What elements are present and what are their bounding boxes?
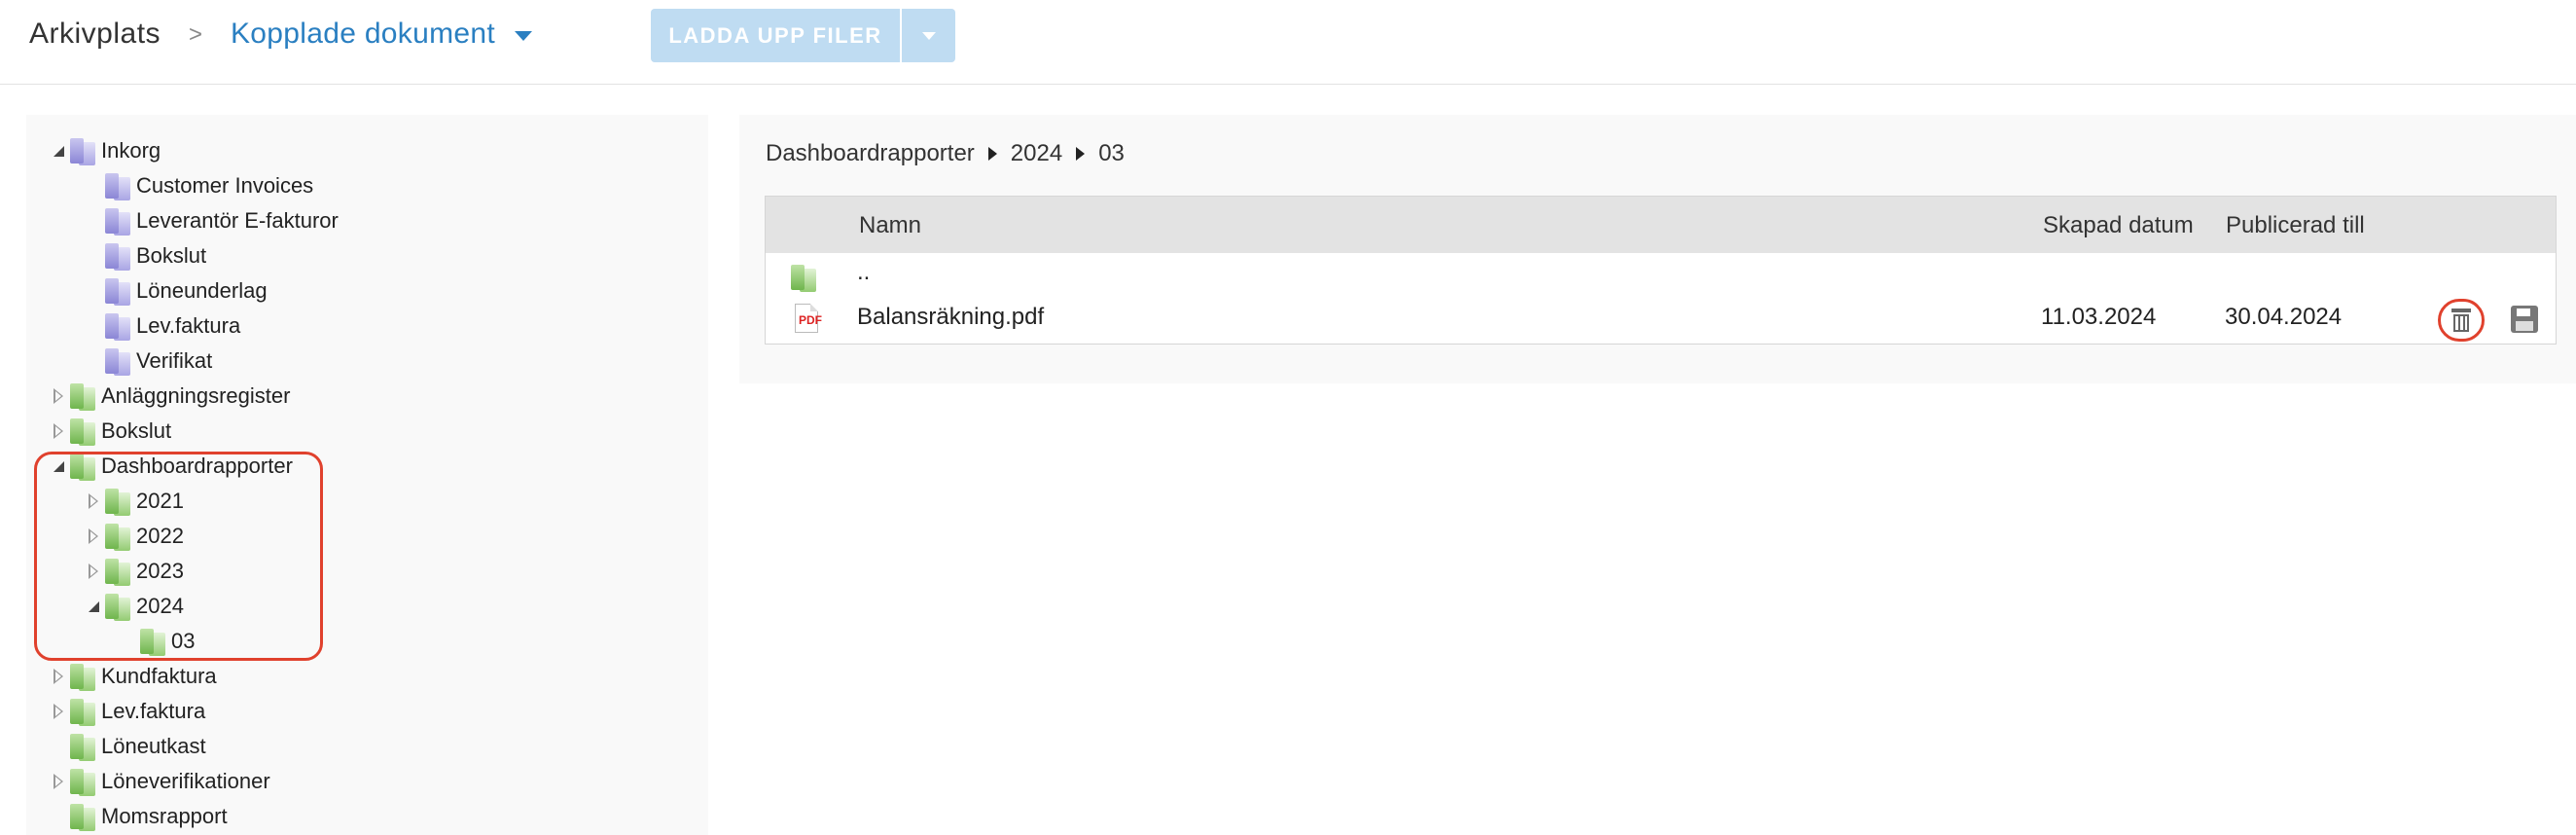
trash-icon bbox=[2451, 309, 2471, 332]
folder-icon bbox=[70, 732, 95, 761]
table-row[interactable]: PDF Balansräkning.pdf 11.03.2024 30.04.2… bbox=[766, 300, 2556, 339]
tree-item-label: Inkorg bbox=[101, 138, 161, 163]
chevron-down-icon bbox=[921, 31, 936, 40]
folder-icon bbox=[105, 276, 130, 306]
tree-item-loneutkast[interactable]: Löneutkast bbox=[70, 729, 206, 764]
tree-item-label: Löneverifikationer bbox=[101, 769, 270, 793]
file-table: Namn Skapad datum Publicerad till .. PDF… bbox=[765, 196, 2557, 345]
path-segment[interactable]: 03 bbox=[1098, 140, 1125, 167]
folder-icon bbox=[70, 662, 95, 691]
path-segment[interactable]: 2024 bbox=[1011, 140, 1062, 167]
chevron-down-icon bbox=[514, 31, 532, 41]
tree-item-inkorg[interactable]: Inkorg bbox=[51, 133, 161, 168]
folder-icon bbox=[70, 767, 95, 796]
folder-icon bbox=[791, 263, 816, 292]
tree-item-label: Bokslut bbox=[136, 243, 207, 268]
folder-icon bbox=[105, 311, 130, 341]
tree-item-label: Löneutkast bbox=[101, 734, 206, 758]
column-header-created[interactable]: Skapad datum bbox=[2043, 212, 2194, 239]
parent-folder-link[interactable]: .. bbox=[857, 259, 870, 286]
file-created-date: 11.03.2024 bbox=[2041, 304, 2157, 330]
tree-item-label: Leverantör E-fakturor bbox=[136, 208, 339, 233]
breadcrumb-root[interactable]: Arkivplats bbox=[29, 18, 161, 51]
folder-icon bbox=[105, 241, 130, 271]
breadcrumb-current-label: Kopplade dokument bbox=[231, 18, 495, 50]
expand-toggle-icon[interactable] bbox=[51, 667, 66, 686]
folder-icon bbox=[105, 346, 130, 376]
upload-options-button[interactable] bbox=[900, 9, 955, 62]
pdf-file-icon: PDF bbox=[795, 304, 822, 333]
folder-icon bbox=[70, 381, 95, 411]
tree-item-label: Kundfaktura bbox=[101, 664, 217, 688]
save-icon[interactable] bbox=[2511, 306, 2538, 333]
tree-item-bokslut[interactable]: Bokslut bbox=[51, 414, 171, 449]
highlight-annotation bbox=[34, 452, 323, 661]
table-header: Namn Skapad datum Publicerad till bbox=[766, 197, 2556, 253]
tree-item-leverantor-efakturor[interactable]: Leverantör E-fakturor bbox=[105, 203, 339, 238]
upload-files-button[interactable]: LADDA UPP FILER bbox=[651, 9, 900, 62]
file-name[interactable]: Balansräkning.pdf bbox=[857, 304, 1044, 331]
tree-item-anlaggningsregister[interactable]: Anläggningsregister bbox=[51, 379, 290, 414]
tree-item-label: Lev.faktura bbox=[136, 313, 241, 338]
expand-toggle-icon[interactable] bbox=[51, 421, 66, 441]
tree-item-loneunderlag[interactable]: Löneunderlag bbox=[105, 273, 268, 309]
folder-path-breadcrumb: Dashboardrapporter 2024 03 bbox=[766, 140, 1125, 167]
tree-item-inkorg-levfaktura[interactable]: Lev.faktura bbox=[105, 309, 240, 344]
folder-icon bbox=[70, 802, 95, 831]
delete-button[interactable] bbox=[2438, 299, 2485, 342]
tree-item-label: Anläggningsregister bbox=[101, 383, 291, 408]
table-row-parent[interactable]: .. bbox=[766, 259, 2556, 298]
folder-icon bbox=[70, 697, 95, 726]
tree-item-verifikat[interactable]: Verifikat bbox=[105, 344, 212, 379]
tree-item-label: Lev.faktura bbox=[101, 699, 206, 723]
tree-item-label: Löneunderlag bbox=[136, 278, 268, 303]
file-published-date: 30.04.2024 bbox=[2225, 304, 2343, 330]
page-header: Arkivplats > Kopplade dokument LADDA UPP… bbox=[0, 0, 2576, 85]
tree-item-kundfaktura[interactable]: Kundfaktura bbox=[51, 659, 217, 694]
tree-item-customer-invoices[interactable]: Customer Invoices bbox=[105, 168, 313, 203]
folder-icon bbox=[70, 136, 95, 165]
column-header-published[interactable]: Publicerad till bbox=[2226, 212, 2365, 239]
folder-icon bbox=[105, 206, 130, 236]
expand-toggle-icon[interactable] bbox=[51, 702, 66, 721]
caret-right-icon bbox=[987, 147, 997, 161]
path-segment[interactable]: Dashboardrapporter bbox=[766, 140, 975, 167]
tree-item-label: Bokslut bbox=[101, 418, 172, 443]
breadcrumb-current-dropdown[interactable]: Kopplade dokument bbox=[231, 18, 532, 51]
caret-right-icon bbox=[1076, 147, 1086, 161]
breadcrumb-separator: > bbox=[189, 21, 203, 48]
collapse-toggle-icon[interactable] bbox=[51, 141, 66, 161]
tree-item-levfaktura[interactable]: Lev.faktura bbox=[51, 694, 205, 729]
tree-item-label: Verifikat bbox=[136, 348, 213, 373]
tree-item-inkorg-bokslut[interactable]: Bokslut bbox=[105, 238, 206, 273]
expand-toggle-icon[interactable] bbox=[51, 772, 66, 791]
upload-button-group: LADDA UPP FILER bbox=[651, 9, 955, 62]
column-header-name[interactable]: Namn bbox=[859, 212, 921, 239]
expand-toggle-icon[interactable] bbox=[51, 386, 66, 406]
tree-item-label: Momsrapport bbox=[101, 804, 228, 828]
tree-item-loneverifikationer[interactable]: Löneverifikationer bbox=[51, 764, 270, 799]
folder-icon bbox=[70, 417, 95, 446]
tree-item-momsrapport[interactable]: Momsrapport bbox=[70, 799, 228, 834]
tree-item-label: Customer Invoices bbox=[136, 173, 314, 198]
folder-icon bbox=[105, 171, 130, 200]
